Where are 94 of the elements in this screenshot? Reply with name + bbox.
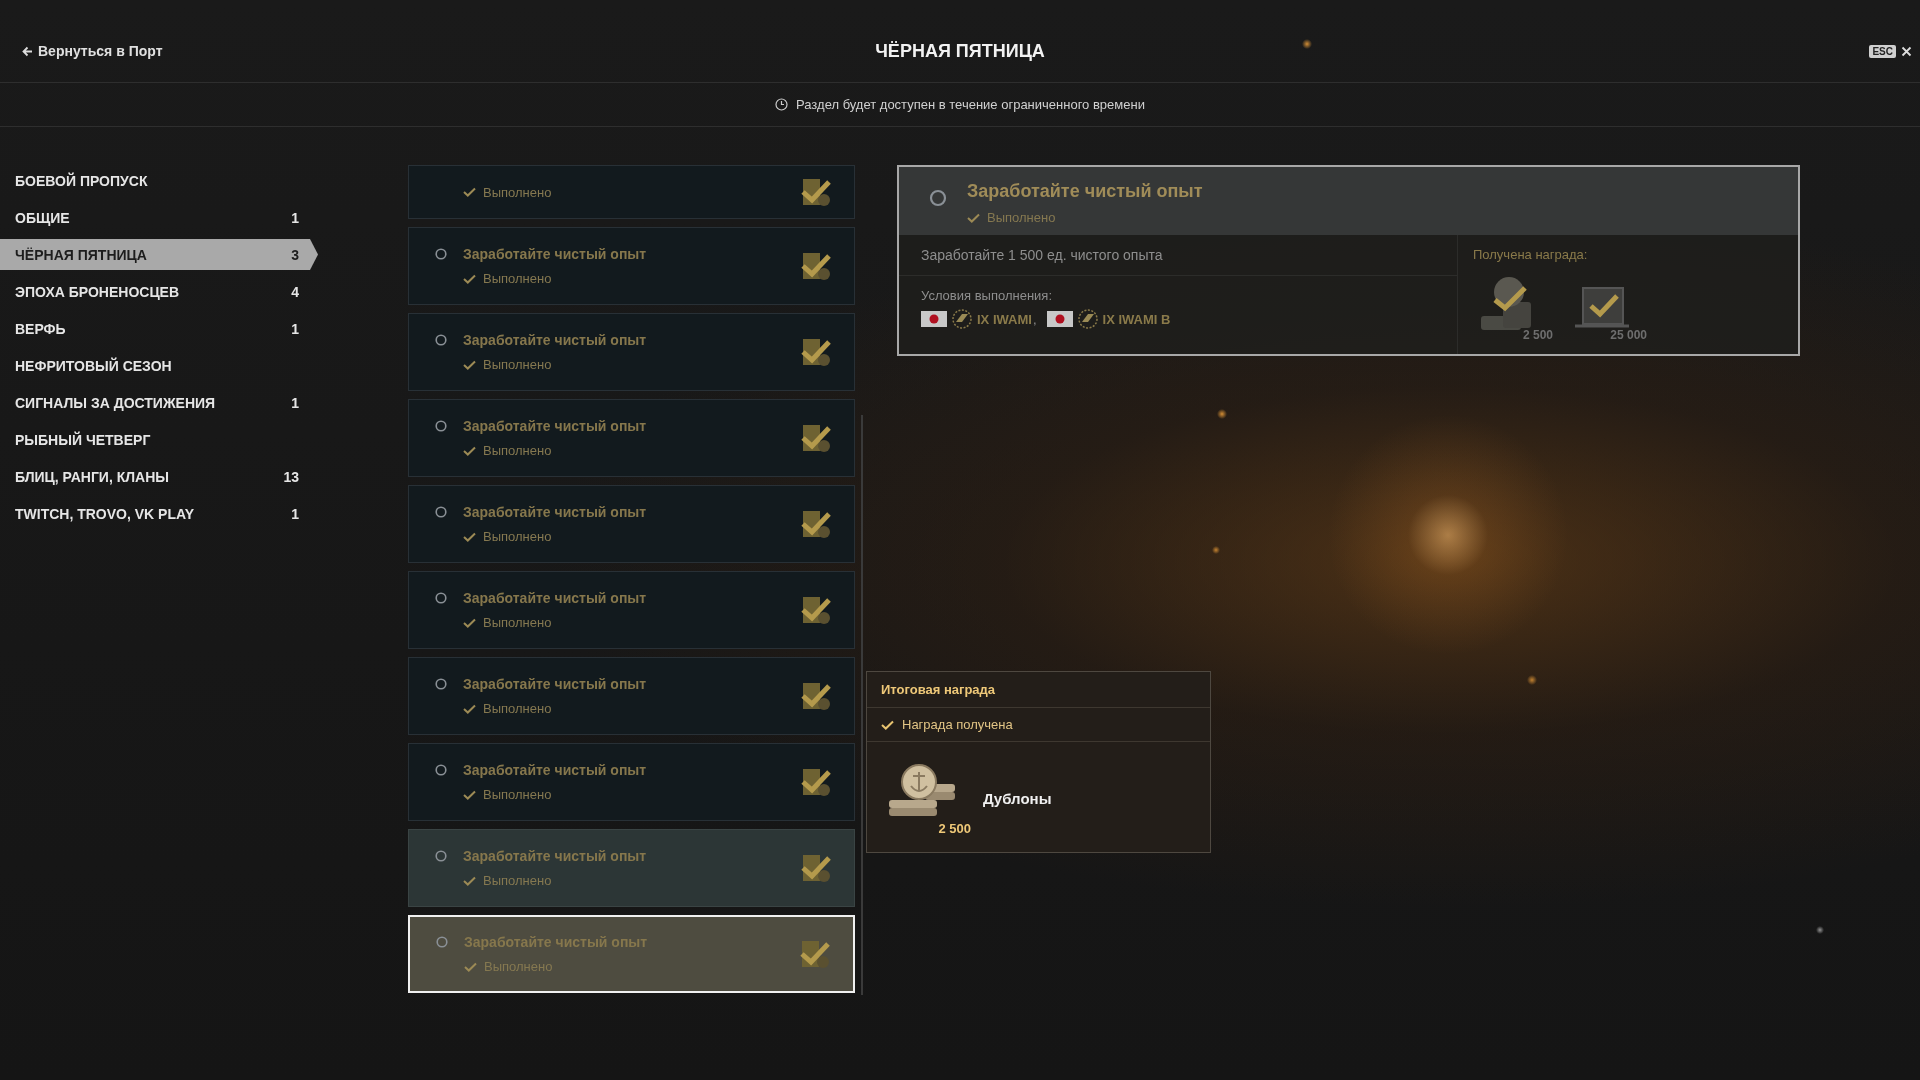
sidebar-item[interactable]: ОБЩИЕ 1 bbox=[0, 202, 318, 233]
task-status: Выполнено bbox=[483, 184, 552, 200]
coin-stack-check-icon bbox=[800, 680, 832, 712]
task-status: Выполнено bbox=[483, 615, 552, 630]
radio-icon bbox=[436, 936, 448, 948]
reward-amount: 2 500 bbox=[1522, 328, 1553, 342]
back-link[interactable]: Вернуться в Порт bbox=[22, 43, 163, 59]
detail-status: Выполнено bbox=[987, 210, 1056, 225]
coin-stack-check-icon bbox=[800, 250, 832, 282]
ship-name: IX IWAMI B bbox=[1102, 311, 1171, 327]
japan-flag-icon bbox=[1046, 311, 1073, 327]
close-icon[interactable] bbox=[1901, 45, 1912, 57]
task-title: Заработайте чистый опыт bbox=[463, 246, 647, 262]
check-icon bbox=[463, 531, 476, 542]
page-title: ЧЁРНАЯ ПЯТНИЦА bbox=[875, 40, 1045, 62]
radio-icon bbox=[435, 764, 447, 776]
radio-icon bbox=[435, 506, 447, 518]
sidebar-item[interactable]: БОЕВОЙ ПРОПУСК bbox=[0, 165, 318, 196]
task-description: Заработайте 1 500 ед. чистого опыта bbox=[899, 235, 1457, 276]
rank-emblem-icon bbox=[1076, 309, 1099, 329]
japan-flag-icon bbox=[921, 311, 947, 327]
task-status: Выполнено bbox=[483, 701, 552, 716]
check-icon bbox=[463, 875, 476, 886]
radio-icon bbox=[435, 420, 447, 432]
task-title: Заработайте чистый опыт bbox=[463, 504, 647, 520]
sidebar-item[interactable]: РЫБНЫЙ ЧЕТВЕРГ bbox=[0, 424, 318, 455]
task-title: Заработайте чистый опыт bbox=[463, 676, 647, 692]
sidebar-item[interactable]: НЕФРИТОВЫЙ СЕЗОН bbox=[0, 350, 318, 381]
coin-stack-check-icon bbox=[800, 594, 832, 626]
task-status: Выполнено bbox=[483, 529, 552, 544]
check-icon bbox=[463, 187, 476, 197]
ship-name: IX IWAMI bbox=[977, 311, 1032, 327]
rank-emblem-icon bbox=[951, 309, 973, 329]
detail-title: Заработайте чистый опыт bbox=[967, 181, 1203, 202]
task-card[interactable]: Заработайте чистый опыт Выполнено bbox=[408, 227, 855, 305]
task-card[interactable]: Заработайте чистый опыт Выполнено bbox=[408, 313, 855, 391]
tooltip-status: Награда получена bbox=[902, 717, 1013, 732]
rewards-label: Получена награда: bbox=[1473, 247, 1589, 262]
conditions-label: Условия выполнения: bbox=[921, 288, 1053, 303]
task-status: Выполнено bbox=[483, 873, 552, 888]
sidebar-item[interactable]: ЭПОХА БРОНЕНОСЦЕВ 4 bbox=[0, 276, 318, 307]
sidebar-item[interactable]: TWITCH, TROVO, VK PLAY 1 bbox=[0, 498, 318, 529]
clock-icon bbox=[775, 98, 789, 111]
separator-text: , bbox=[1032, 311, 1037, 327]
check-icon bbox=[463, 273, 476, 284]
task-status: Выполнено bbox=[483, 787, 552, 802]
coin-stack-check-icon bbox=[800, 422, 832, 454]
task-card[interactable]: Заработайте чистый опыт Выполнено bbox=[408, 571, 855, 649]
task-title: Заработайте чистый опыт bbox=[464, 934, 648, 950]
coin-stack-check-icon bbox=[799, 938, 831, 970]
radio-icon bbox=[435, 678, 447, 690]
sidebar-item[interactable]: ЧЁРНАЯ ПЯТНИЦА 3 bbox=[0, 239, 318, 270]
task-title: Заработайте чистый опыт bbox=[463, 590, 647, 606]
radio-icon bbox=[435, 334, 447, 346]
radio-icon bbox=[435, 248, 447, 260]
task-title: Заработайте чистый опыт bbox=[463, 762, 647, 778]
task-card[interactable]: Заработайте чистый опыт Выполнено bbox=[408, 743, 855, 821]
coin-stack-check-icon bbox=[800, 336, 832, 368]
task-status: Выполнено bbox=[483, 357, 552, 372]
check-icon bbox=[463, 359, 476, 370]
sidebar-item[interactable]: СИГНАЛЫ ЗА ДОСТИЖЕНИЯ 1 bbox=[0, 387, 318, 418]
radio-icon bbox=[929, 189, 947, 207]
reward-amount: 25 000 bbox=[1610, 328, 1647, 342]
check-icon bbox=[463, 789, 476, 800]
tooltip-title: Итоговая награда bbox=[867, 672, 1210, 708]
task-title: Заработайте чистый опыт bbox=[463, 332, 647, 348]
esc-key[interactable]: ESC bbox=[1869, 44, 1896, 58]
coin-stack-check-icon bbox=[800, 508, 832, 540]
coin-stack-check-icon bbox=[800, 852, 832, 884]
task-title: Заработайте чистый опыт bbox=[463, 418, 647, 434]
sidebar-item[interactable]: ВЕРФЬ 1 bbox=[0, 313, 318, 344]
task-card[interactable]: Заработайте чистый опыт Выполнено bbox=[408, 485, 855, 563]
check-icon bbox=[463, 617, 476, 628]
radio-icon bbox=[435, 592, 447, 604]
task-title: Заработайте чистый опыт bbox=[463, 848, 647, 864]
task-status: Выполнено bbox=[483, 271, 552, 286]
task-card[interactable]: Заработайте чистый опыт Выполнено bbox=[408, 399, 855, 477]
notice-text: Раздел будет доступен в течение ограниченного времени bbox=[796, 97, 1145, 112]
check-icon bbox=[967, 212, 980, 223]
scrollbar[interactable] bbox=[861, 415, 863, 995]
check-icon bbox=[463, 703, 476, 714]
task-card[interactable]: Заработайте чистый опыт Выполнено bbox=[408, 657, 855, 735]
radio-icon bbox=[435, 850, 447, 862]
coin-stack-check-icon bbox=[800, 176, 832, 208]
sidebar-item[interactable]: БЛИЦ, РАНГИ, КЛАНЫ 13 bbox=[0, 461, 318, 492]
check-icon bbox=[463, 445, 476, 456]
check-icon bbox=[464, 961, 477, 972]
task-card[interactable]: Выполнено bbox=[408, 165, 855, 219]
reward-name: Дублоны bbox=[983, 789, 1052, 807]
reward-amount: 2 500 bbox=[938, 821, 971, 836]
task-status: Выполнено bbox=[483, 443, 552, 458]
arrow-left-icon bbox=[22, 45, 33, 57]
coin-stack-check-icon bbox=[800, 766, 832, 798]
check-icon bbox=[881, 719, 894, 730]
